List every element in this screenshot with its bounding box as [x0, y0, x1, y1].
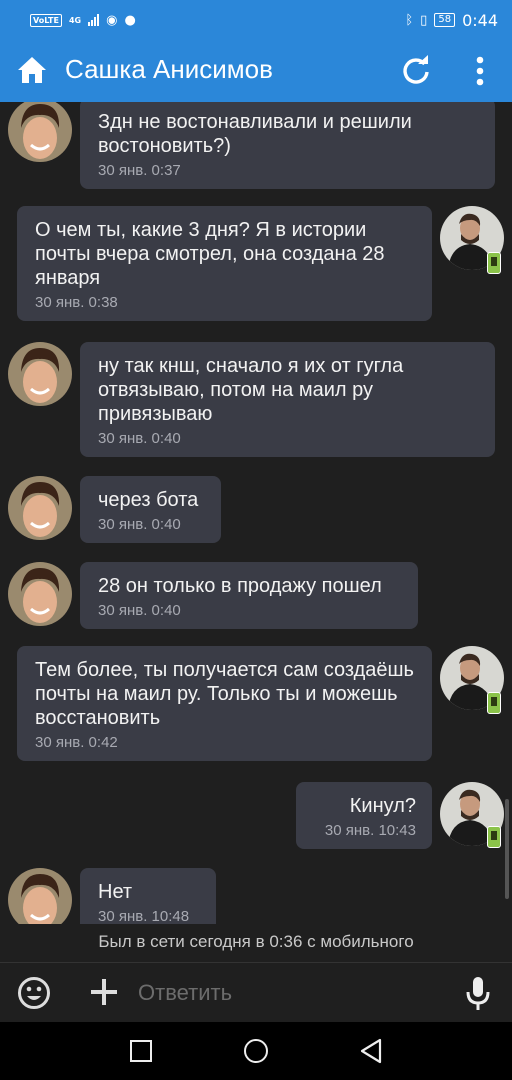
message-time: 30 янв. 0:42: [35, 734, 118, 751]
signal-icon: [88, 14, 100, 26]
reply-input[interactable]: [138, 971, 438, 1015]
status-time: 0:44: [462, 10, 498, 30]
app-bar: Сашка Анисимов: [0, 40, 512, 102]
message-time: 30 янв. 0:38: [35, 294, 118, 311]
more-vert-icon[interactable]: [468, 54, 492, 88]
contact-avatar[interactable]: [8, 868, 72, 924]
network-type: 4G: [68, 15, 82, 25]
message-text: О чем ты, какие 3 дня? Я в истории почты…: [35, 219, 385, 289]
message-text: 28 он только в продажу пошел: [98, 575, 382, 597]
message-bubble[interactable]: Нет 30 янв. 10:48: [80, 868, 216, 924]
status-bar: VoLTE 4G ◉ ● ᛒ ▯ 58 0:44: [0, 0, 512, 40]
refresh-icon[interactable]: [400, 55, 432, 87]
recent-apps-icon[interactable]: [130, 1040, 152, 1062]
mobile-online-icon: [487, 826, 501, 848]
contact-avatar[interactable]: [8, 476, 72, 540]
message-bubble[interactable]: Кинул? 30 янв. 10:43: [296, 782, 432, 849]
volte-indicator: VoLTE: [30, 13, 62, 27]
nav-home-icon[interactable]: [244, 1039, 268, 1063]
message-text: Здн не востонавливали и решили востонови…: [98, 111, 412, 157]
battery-icon: 58: [434, 13, 456, 27]
message-text: Нет: [98, 881, 133, 903]
chat-notification-icon: ●: [124, 12, 136, 28]
message-bubble[interactable]: ну так кнш, сначало я их от гугла отвязы…: [80, 342, 495, 457]
message-time: 30 янв. 0:40: [98, 516, 181, 533]
message-text: Тем более, ты получается сам создаёшь по…: [35, 659, 414, 729]
mic-icon[interactable]: [464, 975, 492, 1013]
home-icon[interactable]: [16, 55, 48, 85]
reply-bar: [0, 962, 512, 1022]
message-time: 30 янв. 0:40: [98, 602, 181, 619]
contact-avatar[interactable]: [8, 102, 72, 162]
message-text: Кинул?: [349, 795, 416, 817]
status-bar-right: ᛒ ▯ 58 0:44: [405, 11, 498, 30]
nav-back-icon[interactable]: [356, 1036, 386, 1066]
message-bubble[interactable]: Здн не востонавливали и решили востонови…: [80, 102, 495, 189]
message-bubble[interactable]: через бота 30 янв. 0:40: [80, 476, 221, 543]
mobile-online-icon: [487, 252, 501, 274]
message-list[interactable]: Здн не востонавливали и решили востонови…: [0, 102, 512, 924]
message-time: 30 янв. 10:48: [98, 908, 190, 924]
message-time: 30 янв. 0:37: [98, 162, 181, 179]
message-bubble[interactable]: 28 он только в продажу пошел 30 янв. 0:4…: [80, 562, 418, 629]
vibrate-icon: ▯: [420, 12, 428, 28]
scrollbar[interactable]: [505, 799, 509, 899]
system-nav-bar: [0, 1022, 512, 1080]
last-seen-status: Был в сети сегодня в 0:36 с мобильного: [0, 924, 512, 960]
message-bubble[interactable]: Тем более, ты получается сам создаёшь по…: [17, 646, 432, 761]
message-bubble[interactable]: О чем ты, какие 3 дня? Я в истории почты…: [17, 206, 432, 321]
page-title: Сашка Анисимов: [65, 54, 273, 84]
bluetooth-icon: ᛒ: [405, 12, 414, 28]
status-bar-left: VoLTE 4G ◉ ●: [30, 13, 136, 28]
message-time: 30 янв. 0:40: [98, 430, 181, 447]
message-text: через бота: [98, 489, 199, 511]
contact-avatar[interactable]: [8, 562, 72, 626]
emoji-icon[interactable]: [17, 976, 51, 1010]
mobile-online-icon: [487, 692, 501, 714]
contact-avatar[interactable]: [8, 342, 72, 406]
message-time: 30 янв. 10:43: [324, 822, 416, 839]
message-text: ну так кнш, сначало я их от гугла отвязы…: [98, 355, 404, 425]
eye-comfort-icon: ◉: [106, 12, 118, 28]
plus-icon[interactable]: [88, 976, 120, 1008]
